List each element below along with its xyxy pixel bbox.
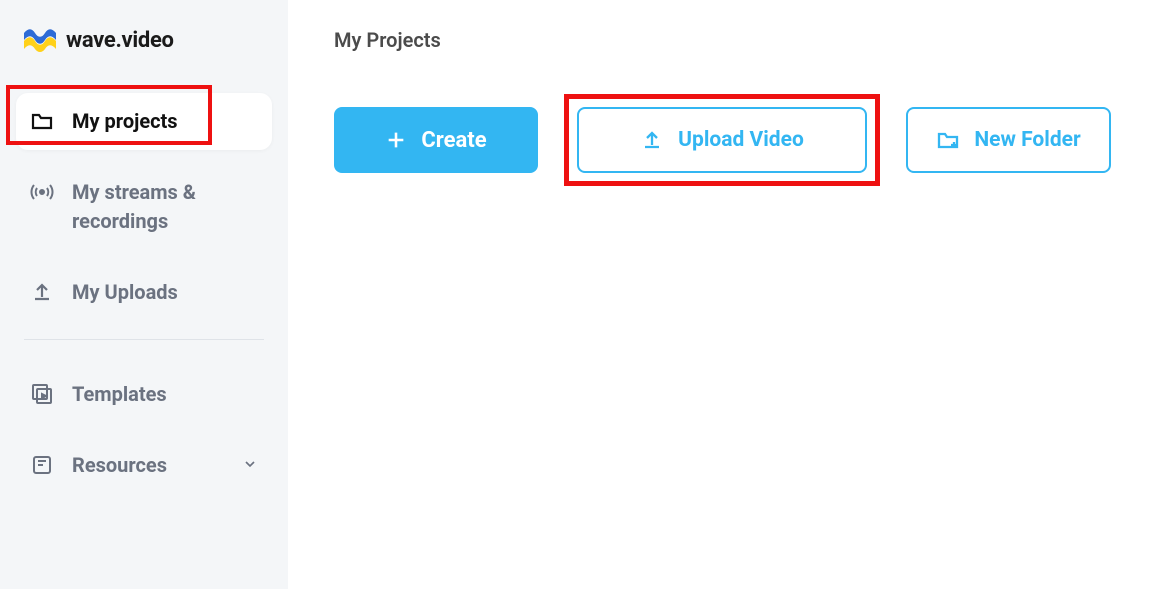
new-folder-button-label: New Folder (974, 128, 1080, 152)
templates-icon (30, 382, 54, 406)
sidebar: wave.video My projects My streams & reco… (0, 0, 288, 589)
resources-icon (30, 453, 54, 477)
upload-icon (30, 280, 54, 304)
sidebar-item-templates[interactable]: Templates (16, 366, 272, 423)
folder-icon (30, 109, 54, 133)
sidebar-item-label: My projects (72, 107, 178, 136)
broadcast-icon (30, 180, 54, 204)
sidebar-item-label: My Uploads (72, 278, 178, 307)
chevron-down-icon (242, 456, 258, 476)
wave-logo-icon (24, 29, 56, 53)
sidebar-item-my-uploads[interactable]: My Uploads (16, 264, 272, 321)
upload-video-button[interactable]: Upload Video (577, 107, 867, 173)
upload-button-label: Upload Video (678, 128, 804, 152)
brand-logo[interactable]: wave.video (24, 28, 272, 53)
new-folder-button[interactable]: New Folder (906, 107, 1111, 173)
page-title: My Projects (334, 28, 1111, 52)
annotation-highlight-upload: Upload Video (564, 94, 880, 186)
upload-icon (640, 128, 664, 152)
sidebar-divider (24, 339, 264, 340)
sidebar-item-my-projects[interactable]: My projects (16, 93, 272, 150)
sidebar-item-my-streams[interactable]: My streams & recordings (16, 164, 272, 250)
new-folder-icon (936, 128, 960, 152)
brand-name: wave.video (66, 28, 174, 53)
action-row: Create Upload Video New Folder (334, 94, 1111, 186)
sidebar-item-label: Templates (72, 380, 167, 409)
create-button-label: Create (421, 128, 486, 153)
create-button[interactable]: Create (334, 107, 538, 173)
plus-icon (385, 129, 407, 151)
sidebar-item-resources[interactable]: Resources (16, 437, 272, 494)
main-content: My Projects Create Upload Video New Fold… (288, 0, 1157, 589)
sidebar-item-label: My streams & recordings (72, 178, 258, 236)
sidebar-item-label: Resources (72, 451, 167, 480)
